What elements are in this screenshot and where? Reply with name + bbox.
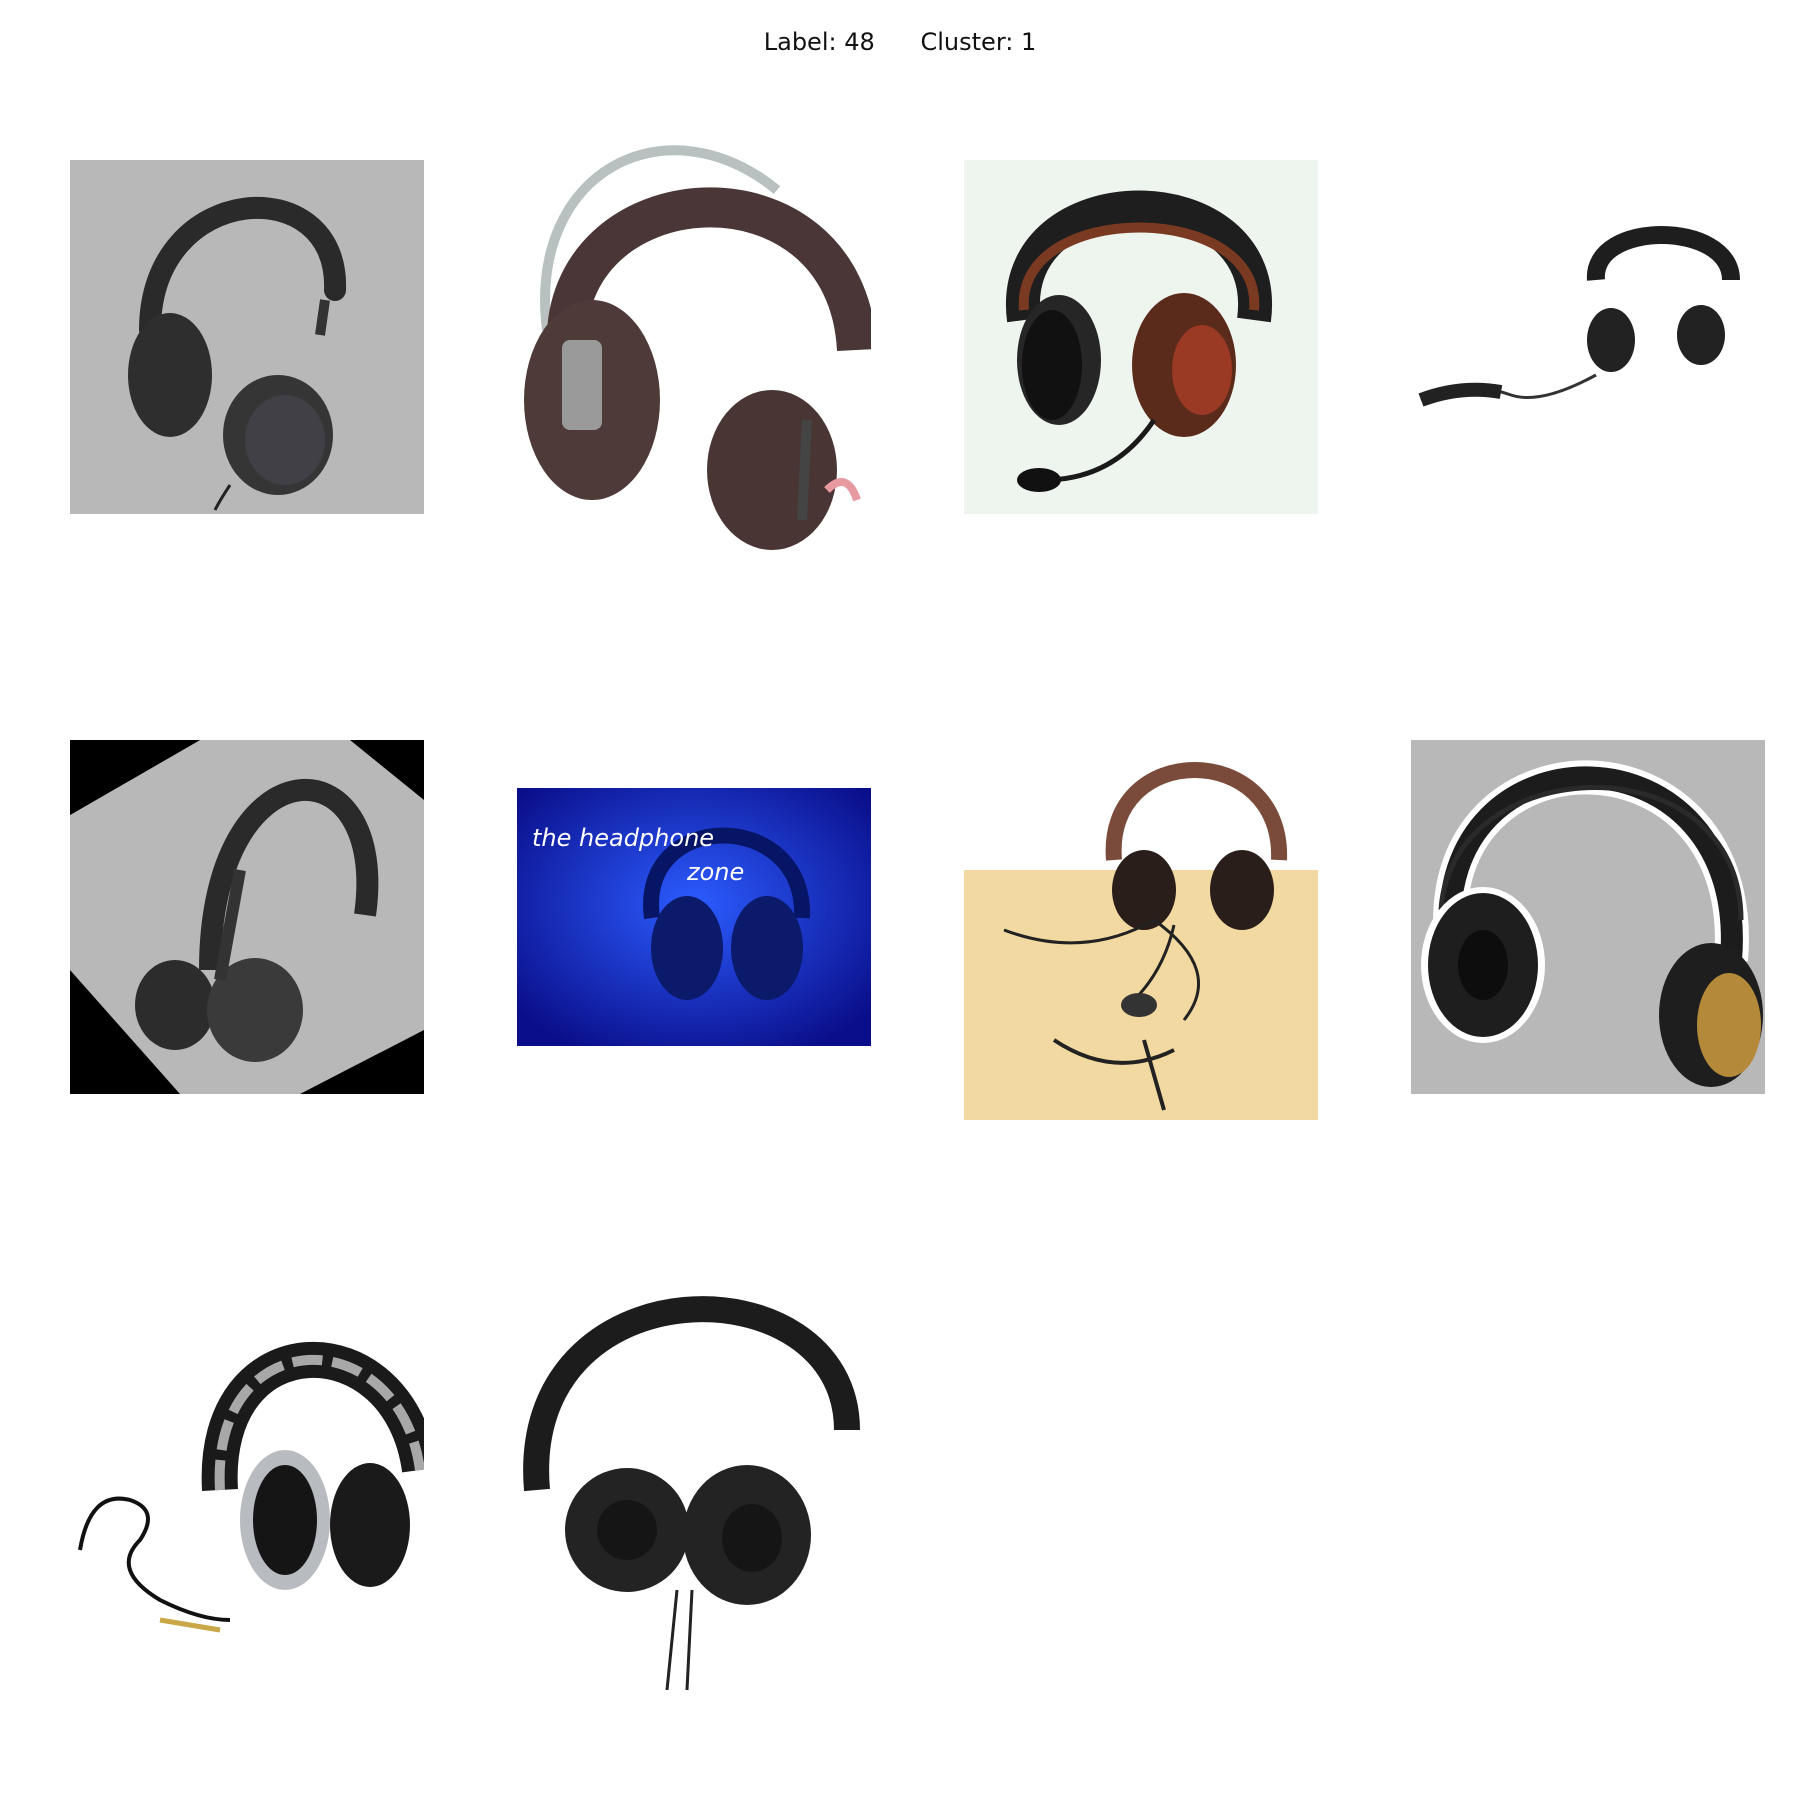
- headphones-image: [1411, 740, 1765, 1094]
- headphones-image: [70, 160, 424, 514]
- image-tile-7: [964, 740, 1318, 1120]
- image-tile-6: the headphone zone: [517, 788, 871, 1046]
- headphones-image: [1411, 160, 1765, 514]
- image-tile-5: [70, 740, 424, 1094]
- image-tile-4: [1411, 160, 1765, 514]
- poster-caption-line1: the headphone: [532, 824, 714, 852]
- dj-headphones-image: [70, 1340, 424, 1660]
- image-tile-8: [1411, 740, 1765, 1094]
- image-tile-10: [517, 1270, 871, 1690]
- image-tile-2: [517, 110, 871, 550]
- poster-caption-line2: zone: [686, 858, 744, 886]
- headphone-zone-poster: the headphone zone: [517, 788, 871, 1046]
- headphones-image: [70, 740, 424, 1094]
- image-tile-3: [964, 160, 1318, 514]
- image-tile-1: [70, 160, 424, 514]
- headphones-image: [517, 1270, 871, 1690]
- headphones-image: [517, 110, 871, 550]
- headset-image: [964, 740, 1318, 1120]
- image-tile-9: [70, 1340, 424, 1694]
- figure-title: Label: 48 Cluster: 1: [763, 28, 1037, 56]
- headset-image: [964, 160, 1318, 514]
